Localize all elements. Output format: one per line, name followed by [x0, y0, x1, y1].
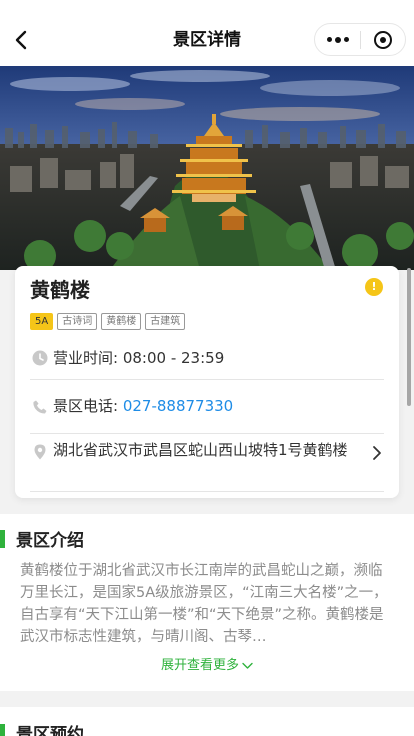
- tag-item: 黄鹤楼: [101, 313, 142, 330]
- opening-hours-row: 营业时间: 08:00 - 23:59: [30, 344, 384, 380]
- section-header: 景区介绍: [0, 526, 84, 551]
- page-scrollbar[interactable]: [407, 268, 411, 406]
- hours-value: 08:00 - 23:59: [122, 349, 225, 367]
- yellow-crane-tower-photo: [0, 66, 414, 270]
- chevron-right-icon: [373, 446, 381, 460]
- booking-section: 景区预约: [0, 707, 414, 736]
- mini-program-capsule: [314, 23, 406, 56]
- expand-more-label: 展开查看更多: [160, 658, 239, 673]
- hours-label: 营业时间:: [53, 349, 123, 367]
- tag-item: 古诗词: [57, 313, 98, 330]
- phone-label: 景区电话:: [53, 397, 123, 415]
- more-dots-icon: [326, 37, 332, 42]
- tag-item: 古建筑: [145, 313, 186, 330]
- hero-image: [0, 66, 414, 270]
- phone-number-link[interactable]: 027-88877330: [123, 397, 233, 415]
- navigation-bar: 景区详情: [0, 0, 414, 66]
- phone-icon: [33, 400, 47, 414]
- info-icon[interactable]: !: [365, 278, 383, 296]
- clock-icon: [32, 350, 48, 366]
- target-close-icon: [373, 30, 392, 49]
- phone-row: 景区电话: 027-88877330: [30, 380, 384, 434]
- address-text: 湖北省武汉市武昌区蛇山西山坡特1号黄鹤楼: [53, 441, 348, 459]
- booking-heading: 景区预约: [16, 725, 84, 736]
- section-accent-bar: [0, 723, 5, 736]
- tag-list: 5A 古诗词 黄鹤楼 古建筑: [30, 313, 186, 330]
- close-mini-program-button[interactable]: [361, 24, 405, 55]
- address-row[interactable]: 湖北省武汉市武昌区蛇山西山坡特1号黄鹤楼: [30, 434, 384, 492]
- more-options-button[interactable]: [315, 24, 360, 55]
- intro-text: 黄鹤楼位于湖北省武汉市长江南岸的武昌蛇山之巅，濒临万里长江，是国家5A级旅游景区…: [20, 563, 388, 645]
- chevron-down-icon: [242, 662, 253, 669]
- intro-section: 景区介绍 黄鹤楼位于湖北省武汉市长江南岸的武昌蛇山之巅，濒临万里长江，是国家5A…: [0, 514, 414, 691]
- location-pin-icon: [34, 444, 46, 460]
- expand-more-button[interactable]: 展开查看更多: [0, 657, 414, 675]
- spot-info-card: 黄鹤楼 ! 5A 古诗词 黄鹤楼 古建筑 营业时间: 08:00 - 23:59…: [15, 266, 399, 498]
- section-header: 景区预约: [0, 720, 84, 736]
- spot-name: 黄鹤楼: [30, 278, 90, 302]
- tag-5a: 5A: [30, 313, 54, 330]
- section-accent-bar: [0, 529, 5, 548]
- intro-heading: 景区介绍: [16, 531, 84, 551]
